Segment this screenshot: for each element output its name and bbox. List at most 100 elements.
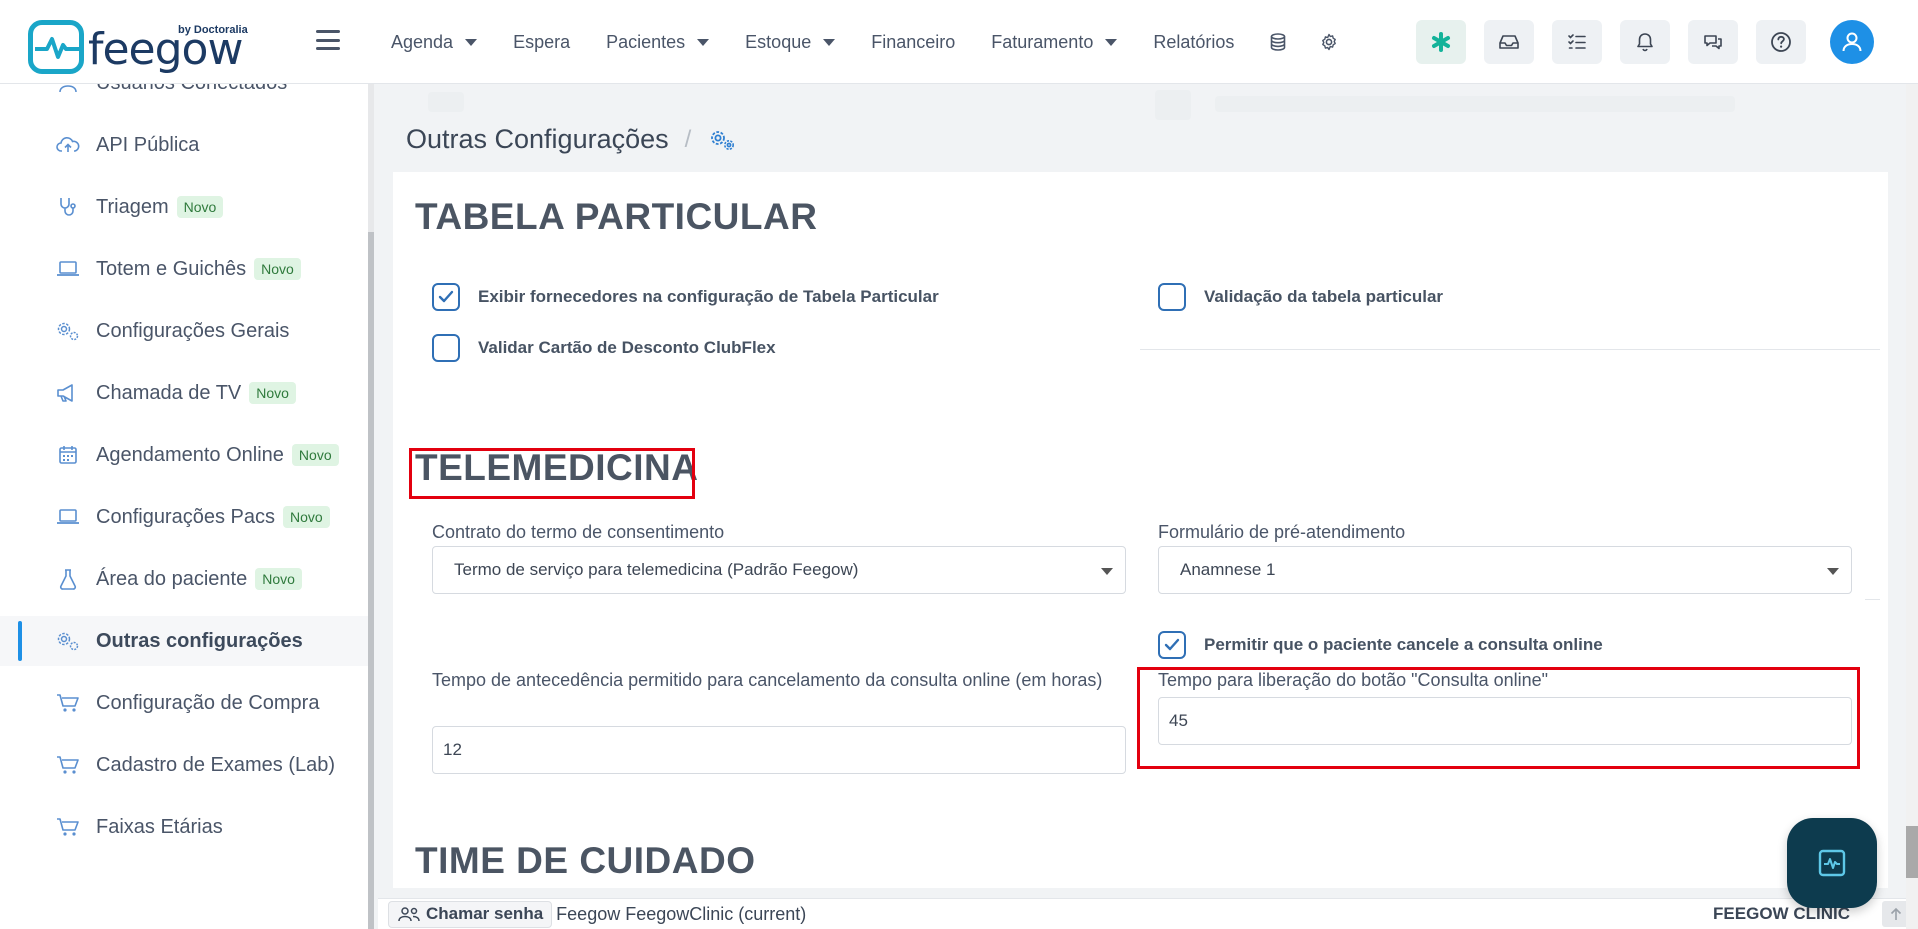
sidebar-item-chamada-tv[interactable]: Chamada de TV Novo xyxy=(0,368,368,418)
nav-espera-label: Espera xyxy=(513,31,571,52)
inbox-icon[interactable] xyxy=(1484,20,1534,64)
section-heading-telemedicina: TELEMEDICINA xyxy=(415,447,699,488)
sidebar-item-api-publica[interactable]: API Pública xyxy=(0,120,368,170)
sidebar-item-label: Cadastro de Exames (Lab) xyxy=(96,753,336,776)
antecedencia-input[interactable] xyxy=(432,726,1126,774)
feegow-logo[interactable]: feegow by Doctoralia xyxy=(28,18,248,75)
formulario-select-value: Anamnese 1 xyxy=(1180,560,1276,579)
option-validacao-tabela[interactable]: Validação da tabela particular xyxy=(1158,283,1443,311)
background-ghost xyxy=(1155,90,1191,120)
formulario-select[interactable]: Anamnese 1 xyxy=(1158,546,1852,594)
sidebar-item-configuracoes-gerais[interactable]: Configurações Gerais xyxy=(0,306,368,356)
nav-faturamento-label: Faturamento xyxy=(991,31,1094,52)
logo-byline: by Doctoralia xyxy=(178,24,248,36)
sidebar: Usuários Conectados API Pública Triagem … xyxy=(0,84,370,929)
gear-icon[interactable] xyxy=(1320,33,1338,51)
sidebar-item-configuracao-compra[interactable]: Configuração de Compra xyxy=(0,678,368,728)
divider xyxy=(1865,599,1880,600)
antecedencia-label: Tempo de antecedência permitido para can… xyxy=(432,670,1103,690)
support-fab-button[interactable] xyxy=(1787,818,1877,908)
nav-estoque-label: Estoque xyxy=(745,31,812,52)
new-badge: Novo xyxy=(291,444,339,466)
check-icon xyxy=(1164,638,1180,651)
chamar-senha-button[interactable]: Chamar senha xyxy=(388,900,553,928)
contrato-label: Contrato do termo de consentimento xyxy=(432,522,725,542)
sidebar-item-configuracoes-pacs[interactable]: Configurações Pacs Novo xyxy=(0,492,368,542)
option-validar-clubflex[interactable]: Validar Cartão de Desconto ClubFlex xyxy=(432,334,776,362)
gears-icon[interactable] xyxy=(709,128,737,152)
nav-pacientes-label: Pacientes xyxy=(606,31,686,52)
cloud-upload-icon xyxy=(56,133,80,157)
monitor-pulse-icon xyxy=(1818,849,1846,877)
sidebar-item-label: Configuração de Compra xyxy=(96,691,320,714)
topbar-actions xyxy=(1416,0,1918,84)
nav-financeiro[interactable]: Financeiro xyxy=(871,32,955,53)
sidebar-item-label: Outras configurações xyxy=(96,629,303,652)
option-exibir-fornecedores[interactable]: Exibir fornecedores na configuração de T… xyxy=(432,283,939,311)
sidebar-item-label: Configurações Gerais xyxy=(96,319,290,342)
cart-icon xyxy=(56,753,80,777)
liberacao-input[interactable] xyxy=(1158,697,1852,745)
breadcrumb-separator: / xyxy=(684,125,692,153)
logo-mark-icon xyxy=(28,19,84,74)
menu-toggle-icon[interactable] xyxy=(316,30,340,50)
sidebar-item-label: Configurações Pacs xyxy=(96,505,275,528)
nav-financeiro-label: Financeiro xyxy=(871,31,956,52)
nav-pacientes[interactable]: Pacientes xyxy=(606,31,710,53)
nav-relatorios[interactable]: Relatórios xyxy=(1153,32,1234,53)
sidebar-item-area-paciente[interactable]: Área do paciente Novo xyxy=(0,554,368,604)
sidebar-item-outras-configuracoes[interactable]: Outras configurações xyxy=(0,616,368,666)
formulario-label: Formulário de pré-atendimento xyxy=(1158,522,1406,542)
nav-agenda-label: Agenda xyxy=(391,31,454,52)
caret-down-icon xyxy=(823,38,836,46)
sidebar-item-label: API Pública xyxy=(96,133,200,156)
sidebar-item-label: Totem e Guichês xyxy=(96,257,247,280)
sidebar-item-agendamento-online[interactable]: Agendamento Online Novo xyxy=(0,430,368,480)
chat-icon[interactable] xyxy=(1688,20,1738,64)
contrato-select-value: Termo de serviço para telemedicina (Padr… xyxy=(454,560,859,579)
sidebar-item-totem[interactable]: Totem e Guichês Novo xyxy=(0,244,368,294)
liberacao-label: Tempo para liberação do botão "Consulta … xyxy=(1158,670,1549,690)
sidebar-item-faixas-etarias[interactable]: Faixas Etárias xyxy=(0,802,368,852)
bell-icon[interactable] xyxy=(1620,20,1670,64)
nav-relatorios-label: Relatórios xyxy=(1153,31,1235,52)
page-scrollbar[interactable] xyxy=(1906,84,1918,929)
sidebar-item-cadastro-exames[interactable]: Cadastro de Exames (Lab) xyxy=(0,740,368,790)
contrato-select[interactable]: Termo de serviço para telemedicina (Padr… xyxy=(432,546,1126,594)
nav-faturamento[interactable]: Faturamento xyxy=(991,31,1118,53)
help-icon[interactable] xyxy=(1756,20,1806,64)
gears-icon xyxy=(56,319,80,343)
page-scrollbar-thumb[interactable] xyxy=(1906,826,1918,878)
background-ghost xyxy=(1215,96,1735,112)
nav-espera[interactable]: Espera xyxy=(513,32,570,53)
chamar-senha-label: Chamar senha xyxy=(426,904,544,923)
sidebar-item-label: Triagem xyxy=(96,195,169,218)
sidebar-scrollbar-thumb[interactable] xyxy=(368,232,374,929)
option-permitir-cancelamento[interactable]: Permitir que o paciente cancele a consul… xyxy=(1158,631,1603,659)
page-title: Outras Configurações / xyxy=(406,124,737,155)
nav-estoque[interactable]: Estoque xyxy=(745,31,836,53)
checkbox-unchecked[interactable] xyxy=(432,334,460,362)
nav-agenda[interactable]: Agenda xyxy=(391,31,478,53)
divider xyxy=(1140,349,1880,350)
laptop-icon xyxy=(56,505,80,529)
sidebar-item-triagem[interactable]: Triagem Novo xyxy=(0,182,368,232)
new-badge: Novo xyxy=(176,196,224,218)
database-icon[interactable] xyxy=(1270,33,1286,51)
user-icon xyxy=(56,84,80,95)
checklist-icon[interactable] xyxy=(1552,20,1602,64)
checkbox-unchecked[interactable] xyxy=(1158,283,1186,311)
sidebar-item-label: Área do paciente xyxy=(96,567,248,590)
avatar[interactable] xyxy=(1830,20,1874,64)
sidebar-item-label: Usuários Conectados xyxy=(96,84,287,95)
gears-icon xyxy=(56,629,80,653)
asterisk-icon[interactable] xyxy=(1416,20,1466,64)
sidebar-item-usuarios-conectados[interactable]: Usuários Conectados xyxy=(0,84,368,108)
section-heading-time-cuidado: TIME DE CUIDADO xyxy=(415,840,756,881)
new-badge: Novo xyxy=(254,258,301,280)
checkbox-checked[interactable] xyxy=(432,283,460,311)
caret-down-icon xyxy=(697,38,710,46)
main-nav: Agenda Espera Pacientes Estoque Financei… xyxy=(391,0,1372,84)
sidebar-item-label: Agendamento Online xyxy=(96,443,284,466)
checkbox-checked[interactable] xyxy=(1158,631,1186,659)
